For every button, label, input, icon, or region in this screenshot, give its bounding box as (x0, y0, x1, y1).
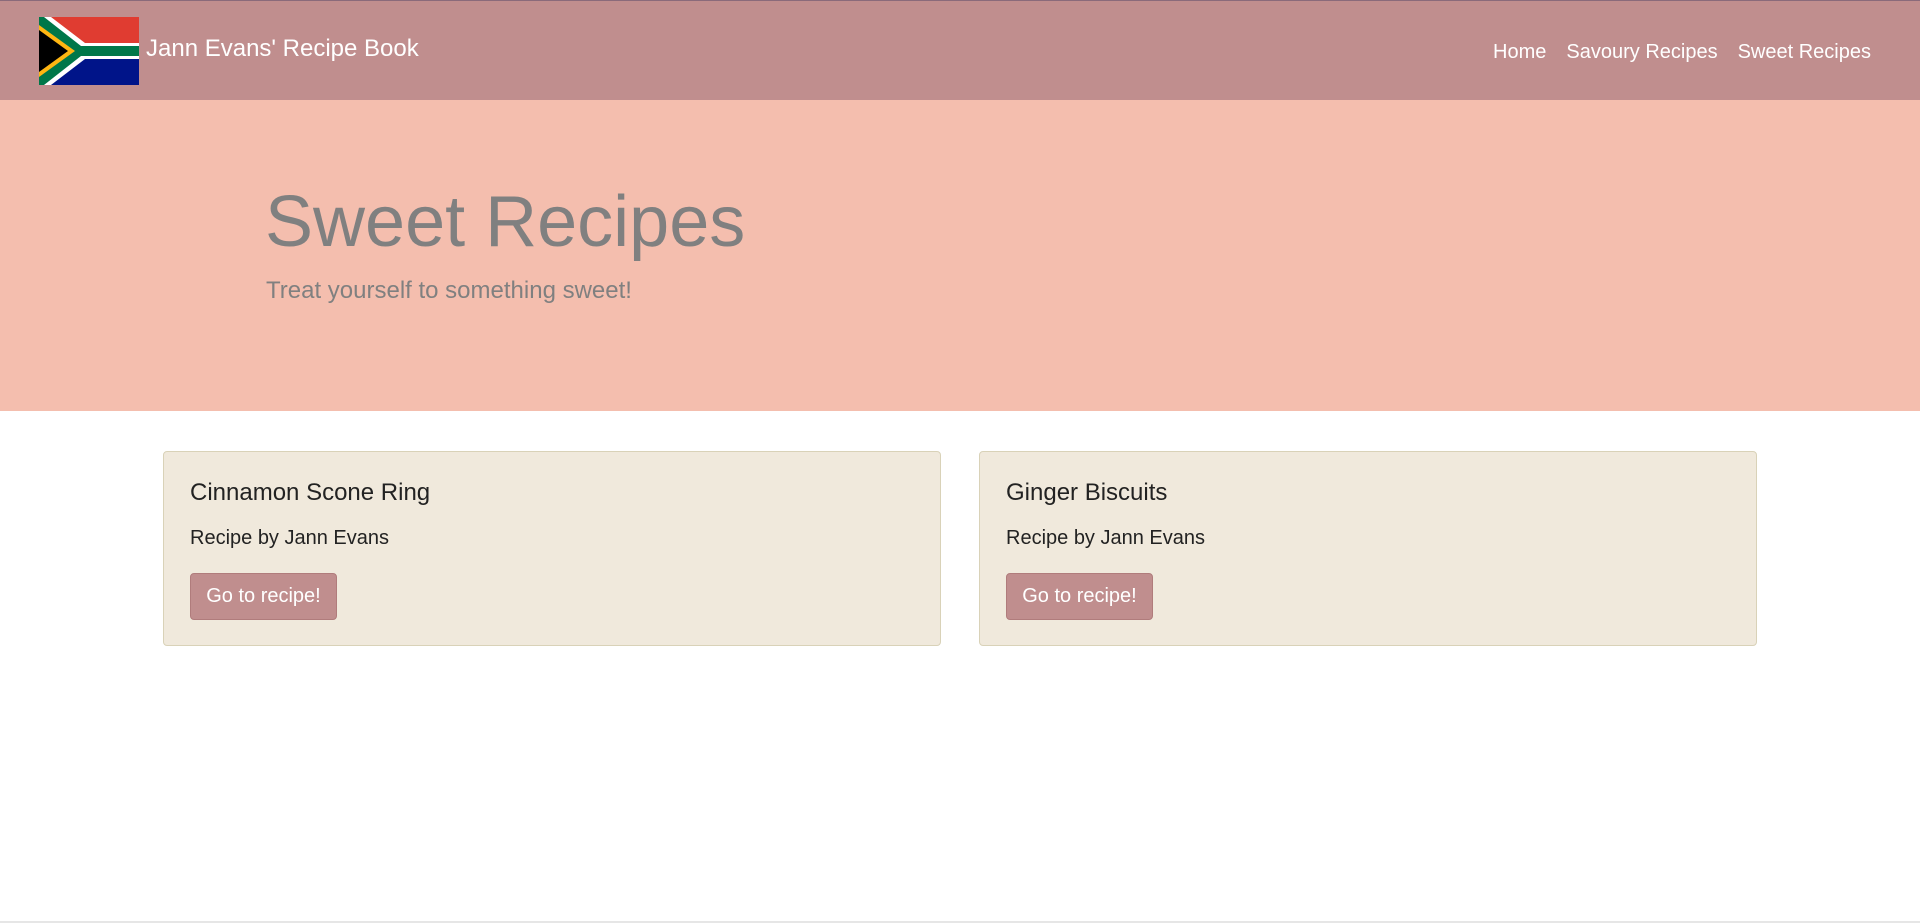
navbar: Jann Evans' Recipe Book Home Savoury Rec… (0, 0, 1920, 100)
site-title: Jann Evans' Recipe Book (146, 35, 419, 62)
nav-menu: Home Savoury Recipes Sweet Recipes (1483, 40, 1871, 64)
recipe-author: Recipe by Jann Evans (1006, 527, 1206, 549)
nav-savoury-recipes-link[interactable]: Savoury Recipes (1556, 40, 1727, 64)
go-to-recipe-button[interactable]: Go to recipe! (190, 573, 337, 620)
nav-home-link[interactable]: Home (1483, 40, 1556, 64)
go-to-recipe-button[interactable]: Go to recipe! (1006, 573, 1153, 620)
nav-sweet-recipes-link[interactable]: Sweet Recipes (1728, 40, 1871, 64)
hero-banner: Sweet Recipes Treat yourself to somethin… (0, 100, 1920, 411)
brand-link[interactable]: Jann Evans' Recipe Book (39, 17, 419, 85)
recipe-author: Recipe by Jann Evans (190, 527, 390, 549)
recipe-title: Ginger Biscuits (1006, 479, 1168, 506)
recipe-title: Cinnamon Scone Ring (190, 479, 431, 506)
page-title: Sweet Recipes (265, 182, 746, 262)
south-africa-flag-icon (39, 17, 139, 85)
recipe-card: Ginger Biscuits Recipe by Jann Evans Go … (979, 451, 1757, 646)
page-subtitle: Treat yourself to something sweet! (266, 277, 632, 304)
recipe-card: Cinnamon Scone Ring Recipe by Jann Evans… (163, 451, 941, 646)
